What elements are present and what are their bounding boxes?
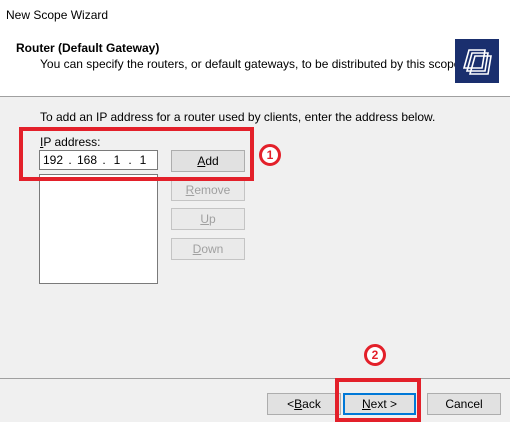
folders-icon xyxy=(455,39,499,83)
remove-button[interactable]: Remove xyxy=(171,179,245,201)
page-title: Router (Default Gateway) xyxy=(16,41,160,55)
router-address-list[interactable] xyxy=(39,174,158,284)
back-button[interactable]: < Back xyxy=(267,393,341,415)
annotation-highlight-next xyxy=(335,378,421,422)
window-title: New Scope Wizard xyxy=(6,8,109,22)
up-button[interactable]: Up xyxy=(171,208,245,230)
wizard-header: Router (Default Gateway) You can specify… xyxy=(0,30,510,97)
annotation-marker-1: 1 xyxy=(259,144,281,166)
cancel-button[interactable]: Cancel xyxy=(427,393,501,415)
annotation-marker-2: 2 xyxy=(364,344,386,366)
page-subtitle: You can specify the routers, or default … xyxy=(40,57,464,71)
down-button[interactable]: Down xyxy=(171,238,245,260)
title-bar: New Scope Wizard xyxy=(0,0,510,30)
annotation-highlight-ip xyxy=(19,127,254,181)
footer-divider xyxy=(0,378,510,379)
instruction-text: To add an IP address for a router used b… xyxy=(40,110,436,124)
